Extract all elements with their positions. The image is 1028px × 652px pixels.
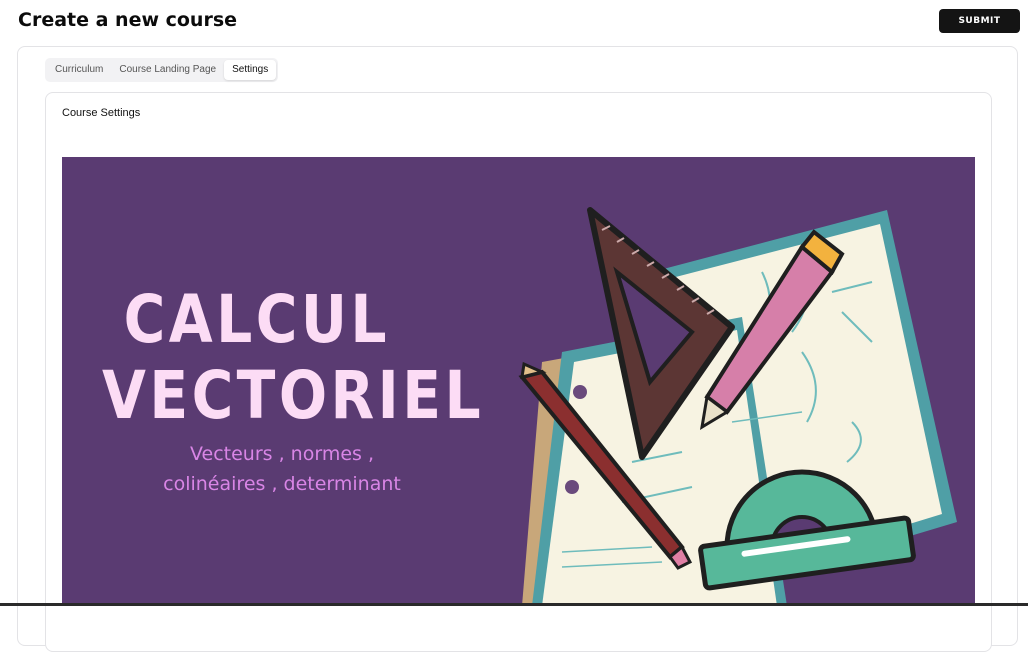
tab-settings[interactable]: Settings (224, 60, 277, 80)
course-image-subtitle: Vecteurs , normes , colinéaires , determ… (163, 443, 401, 495)
math-tools-illustration (518, 207, 957, 606)
page-title: Create a new course (18, 9, 238, 31)
section-title: Course Settings (62, 107, 141, 119)
course-image[interactable]: CALCUL VECTORIEL Vecteurs , normes , col… (62, 157, 975, 606)
submit-button[interactable]: SUBMIT (939, 9, 1020, 33)
course-image-title: CALCUL VECTORIEL (102, 281, 485, 434)
tab-list: Curriculum Course Landing Page Settings (45, 58, 279, 82)
tab-course-landing-page[interactable]: Course Landing Page (111, 60, 224, 80)
tab-curriculum[interactable]: Curriculum (47, 60, 111, 80)
